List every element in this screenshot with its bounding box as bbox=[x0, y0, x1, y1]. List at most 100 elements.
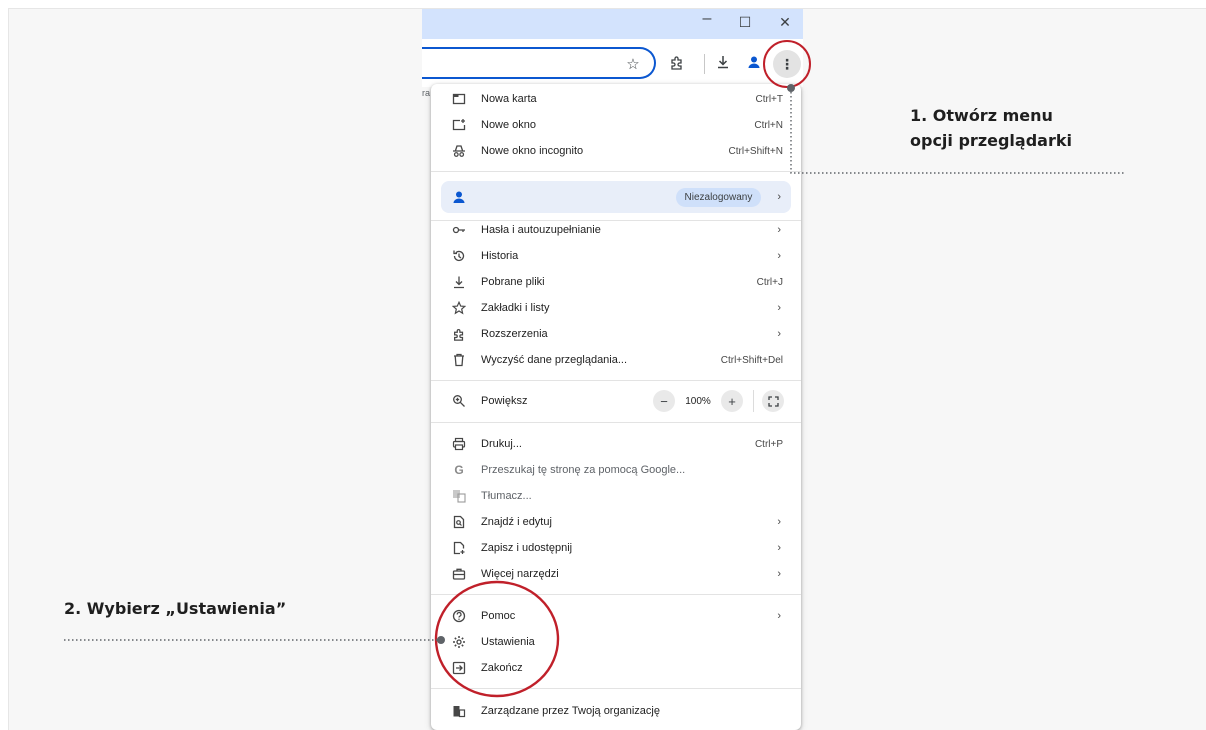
menu-item-exit[interactable]: Zakończ bbox=[431, 655, 801, 681]
menu-item-extensions[interactable]: Rozszerzenia › bbox=[431, 321, 801, 347]
menu-item-downloads[interactable]: Pobrane pliki Ctrl+J bbox=[431, 269, 801, 295]
new-tab-icon bbox=[452, 93, 466, 105]
menu-item-more-tools[interactable]: Więcej narzędzi › bbox=[431, 561, 801, 587]
menu-separator bbox=[431, 380, 801, 381]
zoom-out-button[interactable]: − bbox=[653, 390, 675, 412]
menu-item-label: Znajdź i edytuj bbox=[481, 516, 552, 528]
menu-item-clear-data[interactable]: Wyczyść dane przeglądania... Ctrl+Shift+… bbox=[431, 347, 801, 373]
trash-icon bbox=[454, 353, 464, 367]
kebab-menu-icon: ⋮ bbox=[780, 55, 794, 72]
step1-callout: 1. Otwórz menu opcji przeglądarki bbox=[910, 103, 1140, 153]
menu-item-new-tab[interactable]: Nowa karta Ctrl+T bbox=[431, 86, 801, 112]
menu-item-shortcut: Ctrl+Shift+N bbox=[728, 145, 783, 157]
close-icon[interactable]: ✕ bbox=[775, 14, 795, 31]
menu-item-label: Rozszerzenia bbox=[481, 328, 548, 340]
menu-item-incognito[interactable]: Nowe okno incognito Ctrl+Shift+N bbox=[431, 138, 801, 164]
menu-item-save-share[interactable]: Zapisz i udostępnij › bbox=[431, 535, 801, 561]
chevron-right-icon: › bbox=[777, 328, 781, 340]
chevron-right-icon: › bbox=[777, 250, 781, 262]
chevron-right-icon: › bbox=[777, 302, 781, 314]
menu-item-bookmarks[interactable]: Zakładki i listy › bbox=[431, 295, 801, 321]
download-icon bbox=[454, 276, 464, 289]
menu-item-profile[interactable]: Niezalogowany › bbox=[441, 181, 791, 213]
menu-item-shortcut: Ctrl+P bbox=[754, 438, 783, 450]
downloads-icon[interactable] bbox=[715, 54, 731, 70]
save-share-icon bbox=[453, 541, 465, 555]
key-icon bbox=[452, 226, 465, 234]
menu-item-help[interactable]: Pomoc › bbox=[431, 603, 801, 629]
bookmark-star-icon[interactable]: ☆ bbox=[623, 55, 643, 73]
fullscreen-button[interactable] bbox=[762, 390, 784, 412]
chevron-right-icon: › bbox=[777, 568, 781, 580]
zoom-icon bbox=[453, 395, 465, 407]
menu-item-shortcut: Ctrl+N bbox=[754, 119, 783, 131]
sign-in-status-badge: Niezalogowany bbox=[675, 187, 762, 207]
menu-separator bbox=[431, 422, 801, 423]
menu-item-translate[interactable]: Tłumacz... bbox=[431, 483, 801, 509]
menu-item-label: Historia bbox=[481, 250, 519, 262]
menu-item-label: Zarządzane przez Twoją organizację bbox=[481, 705, 660, 717]
address-bar[interactable] bbox=[422, 47, 656, 79]
menu-separator bbox=[431, 171, 801, 172]
zoom-controls: − 100% + bbox=[653, 390, 784, 412]
menu-item-print[interactable]: Drukuj... Ctrl+P bbox=[431, 431, 801, 457]
google-icon: G bbox=[454, 463, 464, 477]
print-icon bbox=[452, 437, 466, 451]
toolbox-icon bbox=[452, 568, 466, 580]
browser-menu-button[interactable]: ⋮ bbox=[773, 50, 801, 78]
menu-item-label: Wyczyść dane przeglądania... bbox=[481, 354, 628, 366]
menu-item-label: Drukuj... bbox=[481, 438, 522, 450]
step1-line1: 1. Otwórz menu bbox=[910, 106, 1053, 125]
bookmark-bar-fragment: ra bbox=[422, 88, 431, 98]
zoom-in-button[interactable]: + bbox=[721, 390, 743, 412]
help-icon bbox=[452, 609, 466, 623]
menu-separator bbox=[431, 688, 801, 689]
menu-item-label: Hasła i autouzupełnianie bbox=[481, 224, 601, 236]
incognito-icon bbox=[453, 145, 465, 157]
toolbar-divider bbox=[704, 54, 705, 74]
extension-icon bbox=[454, 329, 464, 341]
profile-avatar-icon[interactable] bbox=[747, 55, 761, 69]
menu-item-managed[interactable]: Zarządzane przez Twoją organizację bbox=[431, 698, 801, 724]
menu-item-label: Przeszukaj tę stronę za pomocą Google... bbox=[481, 464, 686, 476]
step2-callout: 2. Wybierz „Ustawienia” bbox=[64, 599, 287, 618]
maximize-icon[interactable]: ☐ bbox=[735, 14, 755, 31]
history-icon bbox=[453, 250, 465, 262]
menu-item-search-google[interactable]: G Przeszukaj tę stronę za pomocą Google.… bbox=[431, 457, 801, 483]
step1-line2: opcji przeglądarki bbox=[910, 131, 1072, 150]
exit-icon bbox=[452, 661, 466, 675]
menu-item-label: Pomoc bbox=[481, 610, 516, 622]
translate-icon bbox=[453, 490, 466, 503]
chevron-right-icon: › bbox=[777, 542, 781, 554]
menu-item-new-window[interactable]: Nowe okno Ctrl+N bbox=[431, 112, 801, 138]
chevron-right-icon: › bbox=[777, 610, 781, 622]
menu-item-shortcut: Ctrl+Shift+Del bbox=[720, 354, 783, 366]
menu-item-shortcut: Ctrl+J bbox=[756, 276, 783, 288]
new-window-icon bbox=[452, 119, 466, 131]
menu-item-settings[interactable]: Ustawienia bbox=[431, 629, 801, 655]
zoom-level: 100% bbox=[685, 395, 711, 407]
organization-icon bbox=[453, 706, 466, 718]
menu-item-label: Nowe okno incognito bbox=[481, 145, 584, 157]
fullscreen-icon bbox=[767, 395, 779, 407]
menu-item-label: Ustawienia bbox=[481, 636, 535, 648]
menu-item-shortcut: Ctrl+T bbox=[755, 93, 784, 105]
menu-item-label: Zakładki i listy bbox=[481, 302, 550, 314]
menu-item-find-edit[interactable]: Znajdź i edytuj › bbox=[431, 509, 801, 535]
chevron-right-icon: › bbox=[777, 516, 781, 528]
menu-item-label: Zapisz i udostępnij bbox=[481, 542, 573, 554]
extensions-icon[interactable] bbox=[669, 54, 685, 70]
zoom-divider bbox=[753, 390, 754, 412]
chevron-right-icon: › bbox=[777, 224, 781, 236]
menu-item-history[interactable]: Historia › bbox=[431, 243, 801, 269]
menu-item-passwords[interactable]: Hasła i autouzupełnianie › bbox=[431, 217, 801, 243]
menu-item-label: Nowe okno bbox=[481, 119, 537, 131]
menu-item-label: Zakończ bbox=[481, 662, 523, 674]
minimize-icon[interactable]: – bbox=[697, 10, 717, 28]
find-icon bbox=[453, 515, 465, 529]
chevron-right-icon: › bbox=[777, 191, 781, 203]
browser-main-menu: Nowa karta Ctrl+T Nowe okno Ctrl+N Nowe … bbox=[431, 84, 801, 730]
menu-item-label: Pobrane pliki bbox=[481, 276, 545, 288]
menu-item-label: Tłumacz... bbox=[481, 490, 532, 502]
menu-separator bbox=[431, 594, 801, 595]
